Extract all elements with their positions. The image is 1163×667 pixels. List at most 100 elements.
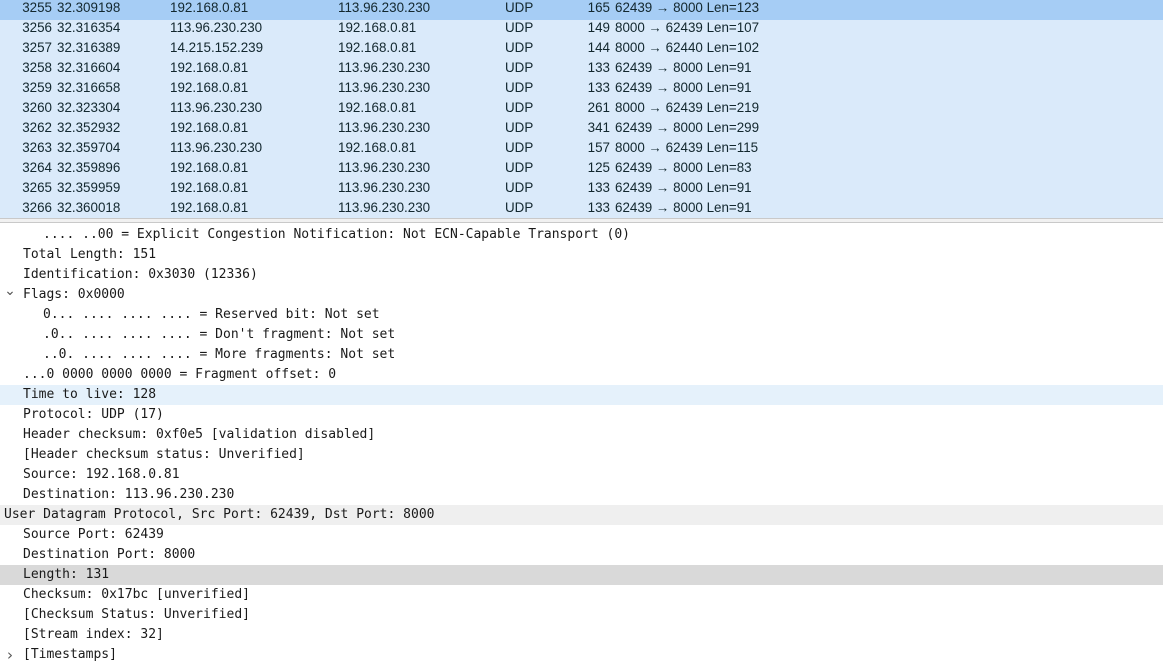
packet-row[interactable]: 3260 32.323304 113.96.230.230 192.168.0.81 U… bbox=[0, 100, 1163, 120]
tree-field[interactable]: Source Port: 62439 bbox=[0, 525, 1163, 545]
packet-destination: 113.96.230.230 bbox=[338, 60, 431, 75]
packet-row[interactable]: 3262 32.352932 192.168.0.81 113.96.230.230 U… bbox=[0, 120, 1163, 140]
packet-row[interactable]: 3265 32.359959 192.168.0.81 113.96.230.230 U… bbox=[0, 180, 1163, 200]
tree-field[interactable]: Time to live: 128 bbox=[0, 385, 1163, 405]
packet-time: 32.316658 bbox=[57, 80, 121, 95]
packet-time: 32.359704 bbox=[57, 140, 121, 155]
packet-time: 32.316354 bbox=[57, 20, 121, 35]
tree-field[interactable]: .... ..00 = Explicit Congestion Notifica… bbox=[0, 225, 1163, 245]
packet-row[interactable]: 3259 32.316658 192.168.0.81 113.96.230.230 U… bbox=[0, 80, 1163, 100]
packet-source: 113.96.230.230 bbox=[170, 100, 263, 115]
tree-field[interactable]: [Stream index: 32] bbox=[0, 625, 1163, 645]
packet-number: 3259 bbox=[22, 80, 52, 95]
packet-length: 341 bbox=[587, 120, 610, 135]
tree-field-text: [Header checksum status: Unverified] bbox=[23, 447, 305, 462]
tree-field-text: Flags: 0x0000 bbox=[23, 287, 125, 302]
tree-field[interactable]: Destination: 113.96.230.230 bbox=[0, 485, 1163, 505]
packet-info: 8000 → 62440 Len=102 bbox=[615, 40, 760, 55]
packet-row[interactable]: 3263 32.359704 113.96.230.230 192.168.0.81 U… bbox=[0, 140, 1163, 160]
tree-field[interactable]: Header checksum: 0xf0e5 [validation disa… bbox=[0, 425, 1163, 445]
packet-destination: 113.96.230.230 bbox=[338, 80, 431, 95]
chevron-right-icon[interactable]: › bbox=[3, 645, 17, 665]
packet-length: 125 bbox=[587, 160, 610, 175]
packet-row[interactable]: 3256 32.316354 113.96.230.230 192.168.0.81 U… bbox=[0, 20, 1163, 40]
tree-field-text: Protocol: UDP (17) bbox=[23, 407, 164, 422]
tree-field[interactable]: [Header checksum status: Unverified] bbox=[0, 445, 1163, 465]
tree-field-text: ..0. .... .... .... = More fragments: No… bbox=[43, 347, 396, 362]
tree-field[interactable]: ..0. .... .... .... = More fragments: No… bbox=[0, 345, 1163, 365]
packet-details-tree[interactable]: .... ..00 = Explicit Congestion Notifica… bbox=[0, 225, 1163, 667]
tree-field-text: .... ..00 = Explicit Congestion Notifica… bbox=[43, 227, 630, 242]
packet-number: 3256 bbox=[22, 20, 52, 35]
packet-destination: 113.96.230.230 bbox=[338, 180, 431, 195]
packet-number: 3263 bbox=[22, 140, 52, 155]
tree-field-text: [Timestamps] bbox=[23, 647, 117, 662]
packet-protocol: UDP bbox=[505, 200, 534, 215]
packet-info: 8000 → 62439 Len=219 bbox=[615, 100, 760, 115]
tree-field[interactable]: Total Length: 151 bbox=[0, 245, 1163, 265]
packet-number: 3266 bbox=[22, 200, 52, 215]
packet-info: 8000 → 62439 Len=115 bbox=[615, 140, 759, 155]
packet-length: 157 bbox=[587, 140, 610, 155]
tree-field[interactable]: Identification: 0x3030 (12336) bbox=[0, 265, 1163, 285]
tree-field[interactable]: .0.. .... .... .... = Don't fragment: No… bbox=[0, 325, 1163, 345]
packet-destination: 113.96.230.230 bbox=[338, 120, 431, 135]
tree-field[interactable]: › [Timestamps] bbox=[0, 645, 1163, 665]
packet-time: 32.316389 bbox=[57, 40, 121, 55]
packet-protocol: UDP bbox=[505, 60, 534, 75]
packet-row[interactable]: 3258 32.316604 192.168.0.81 113.96.230.230 U… bbox=[0, 60, 1163, 80]
tree-field[interactable]: ⌄ Flags: 0x0000 bbox=[0, 283, 1163, 305]
tree-field-text: Checksum: 0x17bc [unverified] bbox=[23, 587, 250, 602]
tree-section-header[interactable]: User Datagram Protocol, Src Port: 62439,… bbox=[0, 505, 1163, 525]
tree-field-text: .0.. .... .... .... = Don't fragment: No… bbox=[43, 327, 396, 342]
packet-number: 3258 bbox=[22, 60, 52, 75]
tree-field[interactable]: 0... .... .... .... = Reserved bit: Not … bbox=[0, 305, 1163, 325]
packet-destination: 192.168.0.81 bbox=[338, 140, 417, 155]
packet-destination: 113.96.230.230 bbox=[338, 200, 431, 215]
packet-source: 192.168.0.81 bbox=[170, 80, 249, 95]
tree-field-text: ...0 0000 0000 0000 = Fragment offset: 0 bbox=[23, 367, 337, 382]
packet-protocol: UDP bbox=[505, 100, 534, 115]
tree-field-text: [Stream index: 32] bbox=[23, 627, 164, 642]
packet-destination: 192.168.0.81 bbox=[338, 40, 417, 55]
pane-splitter[interactable] bbox=[0, 218, 1163, 223]
packet-protocol: UDP bbox=[505, 140, 534, 155]
packet-destination: 113.96.230.230 bbox=[338, 160, 431, 175]
packet-row[interactable]: 3255 32.309198 192.168.0.81 113.96.230.230 U… bbox=[0, 0, 1163, 20]
tree-field[interactable]: Source: 192.168.0.81 bbox=[0, 465, 1163, 485]
packet-number: 3255 bbox=[22, 0, 52, 15]
packet-protocol: UDP bbox=[505, 20, 534, 35]
chevron-down-icon[interactable]: ⌄ bbox=[3, 281, 17, 301]
packet-length: 261 bbox=[587, 100, 610, 115]
packet-info: 62439 → 8000 Len=91 bbox=[615, 200, 752, 215]
packet-row[interactable]: 3264 32.359896 192.168.0.81 113.96.230.230 U… bbox=[0, 160, 1163, 180]
packet-time: 32.359959 bbox=[57, 180, 121, 195]
packet-length: 133 bbox=[587, 60, 610, 75]
packet-number: 3257 bbox=[22, 40, 52, 55]
packet-list[interactable]: 3255 32.309198 192.168.0.81 113.96.230.230 U… bbox=[0, 0, 1163, 218]
tree-field[interactable]: Checksum: 0x17bc [unverified] bbox=[0, 585, 1163, 605]
packet-source: 192.168.0.81 bbox=[170, 180, 249, 195]
packet-row[interactable]: 3257 32.316389 14.215.152.239 192.168.0.81 U… bbox=[0, 40, 1163, 60]
packet-protocol: UDP bbox=[505, 0, 534, 15]
packet-source: 192.168.0.81 bbox=[170, 0, 249, 15]
packet-row[interactable]: 3266 32.360018 192.168.0.81 113.96.230.230 U… bbox=[0, 200, 1163, 218]
tree-field[interactable]: ...0 0000 0000 0000 = Fragment offset: 0 bbox=[0, 365, 1163, 385]
tree-field[interactable]: [Checksum Status: Unverified] bbox=[0, 605, 1163, 625]
tree-field[interactable]: Protocol: UDP (17) bbox=[0, 405, 1163, 425]
packet-time: 32.316604 bbox=[57, 60, 121, 75]
tree-field[interactable]: Destination Port: 8000 bbox=[0, 545, 1163, 565]
packet-length: 133 bbox=[587, 80, 610, 95]
packet-source: 192.168.0.81 bbox=[170, 200, 249, 215]
tree-field-text: Destination Port: 8000 bbox=[23, 547, 196, 562]
tree-field-text: Source: 192.168.0.81 bbox=[23, 467, 180, 482]
tree-field[interactable]: Length: 131 bbox=[0, 565, 1163, 585]
packet-info: 8000 → 62439 Len=107 bbox=[615, 20, 760, 35]
tree-field-text: Header checksum: 0xf0e5 [validation disa… bbox=[23, 427, 376, 442]
packet-time: 32.323304 bbox=[57, 100, 121, 115]
packet-source: 14.215.152.239 bbox=[170, 40, 264, 55]
packet-number: 3264 bbox=[22, 160, 52, 175]
packet-number: 3260 bbox=[22, 100, 52, 115]
packet-info: 62439 → 8000 Len=299 bbox=[615, 120, 760, 135]
tree-field-text: Length: 131 bbox=[23, 567, 110, 582]
